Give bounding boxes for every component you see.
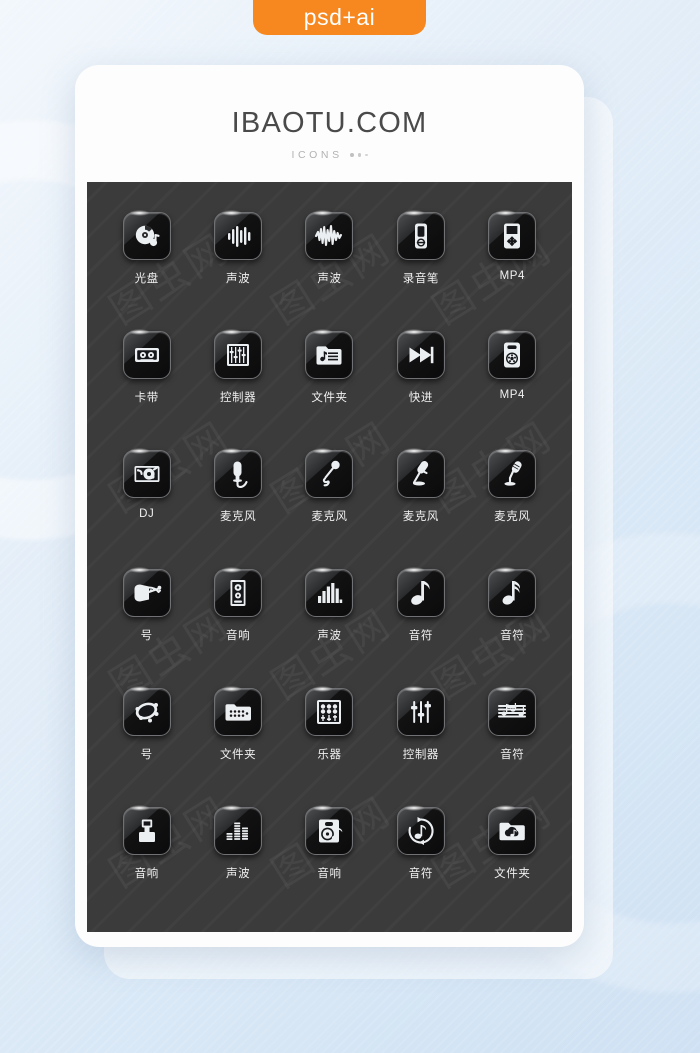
icon-cell[interactable]: DJ (101, 442, 192, 561)
cd-disc-icon[interactable] (122, 210, 171, 260)
icon-label: 声波 (225, 868, 251, 880)
icon-label: 快进 (408, 392, 433, 404)
card-subtitle: ICONS (291, 149, 343, 161)
fast-forward-icon[interactable] (396, 329, 445, 379)
icon-cell[interactable]: 声波 (284, 204, 375, 323)
icon-label: 麦克风 (219, 511, 257, 523)
microphone-handheld-icon[interactable] (214, 448, 263, 498)
speaker-tower-icon[interactable] (214, 567, 263, 617)
icon-cell[interactable]: 声波 (192, 204, 283, 323)
icon-cell[interactable]: 音符 (467, 561, 558, 680)
icon-label: 声波 (317, 630, 342, 642)
instrument-panel-icon[interactable] (305, 686, 354, 736)
icon-set-card: IBAOTU.COM ICONS 图虫网 图虫网 图虫网 图虫网 图虫网 图虫网… (75, 65, 584, 947)
icon-label: 音响 (134, 868, 159, 880)
icon-cell[interactable]: 音符 (467, 680, 558, 799)
page-title: IBAOTU.COM (231, 107, 428, 139)
icon-label: 麦克风 (402, 511, 440, 523)
music-staff-icon[interactable] (488, 686, 537, 736)
icon-label: MP4 (499, 270, 526, 282)
icon-cell[interactable]: 卡带 (101, 323, 192, 442)
icon-cell[interactable]: 音响 (192, 561, 283, 680)
icon-label: 音符 (500, 630, 525, 642)
icon-cell[interactable]: 麦克风 (467, 442, 558, 561)
icon-label: 音符 (408, 868, 433, 880)
icon-label: 文件夹 (494, 868, 531, 880)
sound-waveform-icon[interactable] (305, 210, 354, 260)
icon-label: 声波 (225, 273, 251, 285)
icon-cell[interactable]: 麦克风 (375, 442, 466, 561)
icon-cell[interactable]: 控制器 (192, 323, 283, 442)
icon-cell[interactable]: 音符 (375, 799, 466, 918)
cloud-music-folder-icon[interactable] (488, 805, 537, 855)
speaker-note-icon[interactable] (305, 805, 354, 855)
icon-cell[interactable]: 声波 (284, 561, 375, 680)
icon-cell[interactable]: 文件夹 (467, 799, 558, 918)
icon-cell[interactable]: 麦克风 (284, 442, 375, 561)
mp4-player-alt-icon[interactable] (488, 329, 537, 379)
eighth-note-icon[interactable] (396, 567, 445, 617)
note-refresh-icon[interactable] (396, 805, 445, 855)
icon-label: 乐器 (317, 749, 342, 761)
icon-label: 音符 (500, 749, 525, 761)
folder-dots-icon[interactable] (214, 686, 263, 736)
fader-controller-icon[interactable] (396, 686, 445, 736)
icon-cell[interactable]: 音符 (375, 561, 466, 680)
music-folder-icon[interactable] (305, 329, 354, 379)
icon-cell[interactable]: 音响 (101, 799, 192, 918)
icon-cell[interactable]: 快进 (375, 323, 466, 442)
icon-cell[interactable]: 控制器 (375, 680, 466, 799)
icon-grid: 光盘 声波 声波 录音笔 MP4 卡带 控制器 文件夹 快进 MP4 DJ 麦克风 麦克风 麦克风 麦克风号… (87, 182, 572, 932)
icon-cell[interactable]: 文件夹 (284, 323, 375, 442)
dj-turntable-icon[interactable] (122, 448, 171, 498)
microphone-curved-icon[interactable] (305, 448, 354, 498)
icon-label: 声波 (317, 273, 342, 285)
voice-recorder-icon[interactable] (396, 210, 445, 260)
card-subtitle-row: ICONS (75, 149, 584, 161)
tambourine-icon[interactable] (122, 686, 171, 736)
horn-megaphone-icon[interactable] (122, 567, 171, 617)
equalizer-sliders-icon[interactable] (214, 329, 263, 379)
mp4-player-icon[interactable] (488, 210, 537, 260)
icon-label: 音响 (225, 630, 251, 642)
icon-cell[interactable]: 乐器 (284, 680, 375, 799)
icon-cell[interactable]: 声波 (192, 799, 283, 918)
icon-label: 麦克风 (311, 511, 348, 523)
icon-cell[interactable]: 麦克风 (192, 442, 283, 561)
usb-speaker-icon[interactable] (122, 805, 171, 855)
icon-label: 音响 (317, 868, 342, 880)
microphone-desk-icon[interactable] (488, 448, 537, 498)
icon-cell[interactable]: 文件夹 (192, 680, 283, 799)
icon-label: 录音笔 (402, 273, 440, 285)
icon-label: 光盘 (134, 273, 159, 285)
icon-label: 卡带 (134, 392, 159, 404)
sixteenth-note-icon[interactable] (488, 567, 537, 617)
icon-label: 控制器 (219, 392, 257, 404)
icon-label: MP4 (499, 389, 526, 401)
icon-panel: 图虫网 图虫网 图虫网 图虫网 图虫网 图虫网 图虫网 图虫网 图虫网 图虫网 … (87, 182, 572, 932)
psd-ai-badge: psd+ai (253, 0, 426, 35)
icon-label: 号 (140, 749, 153, 761)
icon-label: 麦克风 (494, 511, 531, 523)
microphone-stand-icon[interactable] (396, 448, 445, 498)
bar-levels-icon[interactable] (305, 567, 354, 617)
icon-cell[interactable]: MP4 (467, 204, 558, 323)
icon-label: 号 (140, 630, 153, 642)
icon-cell[interactable]: 音响 (284, 799, 375, 918)
icon-label: 控制器 (402, 749, 440, 761)
card-header: IBAOTU.COM ICONS (75, 65, 584, 161)
icon-label: 音符 (408, 630, 433, 642)
icon-cell[interactable]: 号 (101, 561, 192, 680)
icon-label: 文件夹 (311, 392, 348, 404)
sound-wave-bars-icon[interactable] (214, 210, 263, 260)
ellipsis-dots-icon (349, 153, 368, 157)
equalizer-blocks-icon[interactable] (214, 805, 263, 855)
icon-cell[interactable]: MP4 (467, 323, 558, 442)
icon-cell[interactable]: 号 (101, 680, 192, 799)
icon-label: 文件夹 (219, 749, 257, 761)
icon-label: DJ (139, 508, 155, 520)
icon-cell[interactable]: 光盘 (101, 204, 192, 323)
cassette-tape-icon[interactable] (122, 329, 171, 379)
icon-cell[interactable]: 录音笔 (375, 204, 466, 323)
